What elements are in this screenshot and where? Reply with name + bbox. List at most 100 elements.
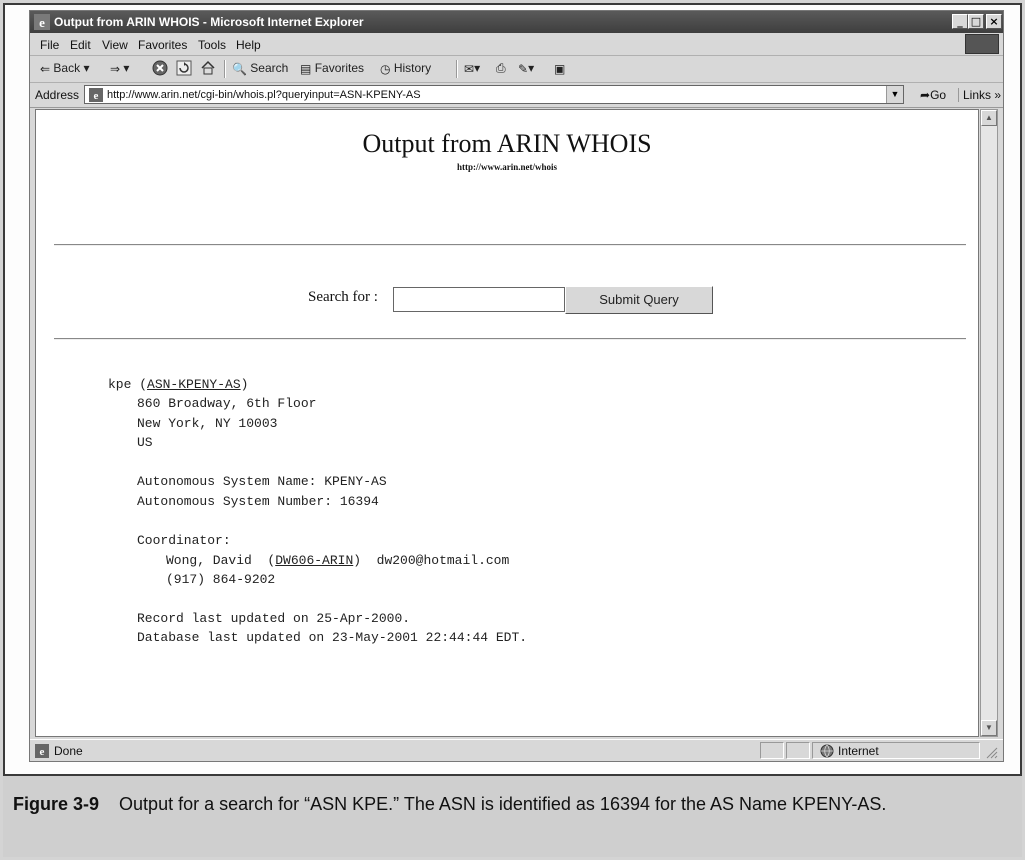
status-panel: [760, 742, 784, 759]
coordinator-handle-link[interactable]: DW606-ARIN: [275, 553, 353, 568]
vertical-scrollbar[interactable]: ▲ ▼: [980, 109, 998, 737]
home-icon[interactable]: [200, 60, 216, 76]
history-button[interactable]: ◷ History: [380, 61, 431, 76]
discuss-icon: ▣: [554, 61, 566, 76]
close-button[interactable]: ×: [986, 14, 1002, 29]
favorites-folder-icon: ▤: [300, 61, 312, 76]
back-arrow-icon: ⇐: [40, 61, 51, 76]
caption-body: Output for a search for “ASN KPE.” The A…: [119, 794, 887, 814]
search-for-label: Search for :: [308, 289, 378, 305]
status-panel: [786, 742, 810, 759]
globe-icon: [820, 744, 834, 758]
scroll-up-icon[interactable]: ▲: [981, 110, 997, 126]
discuss-button[interactable]: ▣: [554, 61, 565, 76]
resize-grip-icon[interactable]: [984, 745, 998, 759]
whois-coordinator-line: Wong, David (DW606-ARIN) dw200@hotmail.c…: [166, 553, 510, 568]
ie-logo-icon: e: [34, 14, 50, 30]
menu-view[interactable]: View: [102, 38, 128, 52]
forward-dropdown-icon: ▾: [123, 61, 130, 75]
divider: [54, 338, 966, 340]
submit-query-button[interactable]: Submit Query: [565, 286, 713, 314]
menu-favorites[interactable]: Favorites: [138, 38, 187, 52]
org-name: kpe: [108, 377, 132, 392]
whois-coordinator-label: Coordinator:: [137, 533, 231, 548]
maximize-button[interactable]: □: [968, 14, 984, 29]
window-title: Output from ARIN WHOIS - Microsoft Inter…: [54, 15, 364, 29]
page-subheading: http://www.arin.net/whois: [456, 162, 557, 172]
minimize-button[interactable]: _: [952, 14, 968, 29]
back-button[interactable]: ⇐ Back ▾: [40, 61, 89, 76]
back-label: Back: [53, 61, 81, 75]
caption-label: Figure 3-9: [13, 794, 100, 814]
page-status-icon: e: [35, 744, 49, 758]
menu-help[interactable]: Help: [236, 38, 261, 52]
toolbar-separator: [456, 60, 458, 78]
whois-record-updated: Record last updated on 25-Apr-2000.: [137, 611, 411, 626]
search-input[interactable]: [393, 287, 565, 312]
search-label: Search: [250, 61, 289, 75]
whois-street: 860 Broadway, 6th Floor: [137, 396, 317, 411]
mail-dropdown-icon: ▾: [474, 61, 481, 75]
forward-button[interactable]: ⇒ ▾: [110, 61, 129, 76]
mail-icon: ✉: [464, 61, 475, 76]
status-bar: e Done Internet: [30, 739, 1003, 762]
coordinator-name: Wong, David: [166, 553, 252, 568]
search-icon: 🔍: [232, 61, 247, 76]
address-field[interactable]: e http://www.arin.net/cgi-bin/whois.pl?q…: [84, 85, 904, 104]
page-icon: e: [89, 88, 103, 102]
toolbar: ⇐ Back ▾ ⇒ ▾ 🔍 Search ▤ Favorites ◷ Hist…: [30, 56, 1003, 83]
whois-coordinator-phone: (917) 864-9202: [166, 572, 276, 587]
history-icon: ◷: [380, 61, 391, 76]
address-url: http://www.arin.net/cgi-bin/whois.pl?que…: [107, 89, 421, 101]
edit-page-icon: ✎: [518, 61, 529, 76]
status-text: Done: [54, 744, 83, 758]
caption-text: Figure 3-9 Output for a search for “ASN …: [13, 792, 913, 816]
page-heading: Output from ARIN WHOIS: [362, 129, 652, 158]
menu-edit[interactable]: Edit: [70, 38, 91, 52]
print-button[interactable]: ⎙: [496, 61, 506, 76]
chevron-right-icon: »: [994, 88, 1002, 102]
whois-org-line: kpe (ASN-KPENY-AS): [108, 377, 249, 392]
address-bar: Address e http://www.arin.net/cgi-bin/wh…: [30, 83, 1003, 108]
whois-city: New York, NY 10003: [137, 416, 278, 431]
handle-link[interactable]: ASN-KPENY-AS: [147, 377, 241, 392]
forward-arrow-icon: ⇒: [110, 61, 121, 76]
links-label: Links: [963, 88, 992, 102]
windows-logo-throbber: [965, 34, 999, 54]
go-arrow-icon: ➦: [920, 88, 931, 102]
whois-database-updated: Database last updated on 23-May-2001 22:…: [137, 630, 528, 645]
svg-text:e: e: [40, 746, 45, 758]
printer-icon: ⎙: [496, 61, 506, 76]
menu-file[interactable]: File: [40, 38, 59, 52]
stop-icon[interactable]: [152, 60, 168, 76]
mail-button[interactable]: ✉▾: [464, 61, 480, 76]
go-button[interactable]: ➦Go: [920, 88, 946, 102]
favorites-label: Favorites: [314, 61, 365, 75]
browser-window: e Output from ARIN WHOIS - Microsoft Int…: [29, 10, 1004, 762]
title-bar: e Output from ARIN WHOIS - Microsoft Int…: [30, 11, 1003, 33]
scroll-down-icon[interactable]: ▼: [981, 720, 997, 736]
address-dropdown-icon[interactable]: ▼: [886, 86, 903, 103]
search-button[interactable]: 🔍 Search: [232, 61, 288, 76]
page-content: Output from ARIN WHOIS http://www.arin.n…: [35, 109, 979, 737]
address-label: Address: [35, 88, 80, 102]
divider: [54, 244, 966, 246]
whois-country: US: [137, 435, 153, 450]
toolbar-separator: [224, 60, 226, 78]
whois-as-name: Autonomous System Name: KPENY-AS: [137, 474, 387, 489]
menu-bar: File Edit View Favorites Tools Help: [30, 33, 1003, 56]
history-label: History: [393, 61, 432, 75]
edit-dropdown-icon: ▾: [528, 61, 535, 75]
whois-as-number: Autonomous System Number: 16394: [137, 494, 379, 509]
favorites-button[interactable]: ▤ Favorites: [300, 61, 364, 76]
links-button[interactable]: Links »: [958, 88, 1001, 102]
refresh-icon[interactable]: [176, 60, 192, 76]
menu-tools[interactable]: Tools: [198, 38, 226, 52]
coordinator-email: dw200@hotmail.com: [376, 553, 510, 568]
back-dropdown-icon: ▾: [83, 61, 90, 75]
zone-label: Internet: [838, 744, 879, 758]
go-label: Go: [930, 88, 947, 102]
figure-caption: Figure 3-9 Output for a search for “ASN …: [3, 774, 1022, 857]
edit-button[interactable]: ✎▾: [518, 61, 534, 76]
svg-text:e: e: [39, 15, 45, 30]
